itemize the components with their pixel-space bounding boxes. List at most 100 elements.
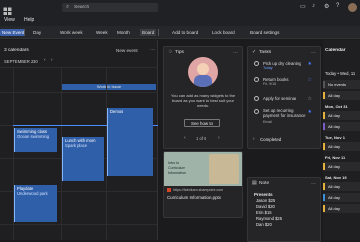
tips-illustration xyxy=(188,57,218,87)
agenda-event[interactable]: All day xyxy=(323,162,360,171)
search-placeholder: Search xyxy=(74,5,90,10)
event-color-bar xyxy=(323,183,325,190)
agenda-date-header: Mon, Oct 31 xyxy=(323,102,360,110)
task-item[interactable]: Pick up dry cleaning Today ★ xyxy=(254,61,316,73)
agenda-event[interactable]: All day xyxy=(323,122,360,131)
task-checkbox[interactable] xyxy=(254,77,259,82)
video-icon[interactable]: ▭ xyxy=(300,3,306,10)
lock-board-button[interactable]: Lock board xyxy=(210,29,237,36)
view-week-button[interactable]: Week xyxy=(94,29,110,36)
agenda-label: All day xyxy=(328,93,341,98)
agenda-label: Tue, Nov 1 xyxy=(325,135,345,140)
task-checkbox[interactable] xyxy=(254,61,259,66)
view-day-button[interactable]: Day xyxy=(31,29,43,36)
calendars-dropdown[interactable]: 3 calendars xyxy=(4,48,29,53)
thumb-text: Intro to xyxy=(168,161,180,165)
prev-tip-icon[interactable]: ‹ xyxy=(184,135,186,141)
agenda-event[interactable]: All day xyxy=(323,204,360,213)
note-line: Raymond $25 xyxy=(256,216,283,221)
event-demos[interactable]: Demos xyxy=(107,108,153,176)
agenda-event[interactable]: All day xyxy=(323,142,360,151)
view-month-button[interactable]: Month xyxy=(115,29,132,36)
event-color-bar xyxy=(323,143,325,150)
calendar-new-event-button[interactable]: New event xyxy=(116,48,138,53)
search-box[interactable]: ⌕ Search xyxy=(62,3,158,12)
avatar[interactable] xyxy=(348,3,357,12)
task-item[interactable]: Set up recurring payment for insurance E… xyxy=(254,108,316,127)
see-how-to-button[interactable]: See how to xyxy=(184,119,220,127)
agenda-label: All day xyxy=(328,195,341,200)
task-title: Set up recurring payment for insurance xyxy=(263,108,306,118)
settings-icon[interactable]: ⚙ xyxy=(324,3,329,10)
completed-toggle[interactable]: Completed xyxy=(260,137,281,142)
agenda-event[interactable]: All day xyxy=(323,193,360,202)
bell-icon[interactable]: ♪ xyxy=(312,3,315,9)
agenda-event[interactable]: All day xyxy=(323,182,360,191)
prev-arrow-icon[interactable]: ‹ xyxy=(44,58,46,63)
task-checkbox[interactable] xyxy=(254,109,259,114)
tips-pager: 1 of 6 xyxy=(196,136,207,141)
task-item[interactable]: Return books Fri, 9/16 ☆ xyxy=(254,77,316,89)
note-line: Dan $20 xyxy=(256,222,272,227)
event-lunch[interactable]: Lunch with mom Spark place xyxy=(62,137,104,181)
agenda-label: All day xyxy=(328,124,341,129)
day-number: 30 xyxy=(33,59,38,64)
event-color-bar xyxy=(323,81,325,88)
more-icon[interactable]: … xyxy=(311,180,316,186)
tips-widget: ♢ Tips … You can add as many widgets to … xyxy=(163,46,243,149)
file-url: https://fabrikam.sharepoint.com xyxy=(173,188,224,192)
view-board-button[interactable]: Board xyxy=(140,29,157,36)
tasks-widget: ✓ Tasks … Pick up dry cleaning Today ★ R… xyxy=(247,46,321,149)
board-settings-button[interactable]: Board settings xyxy=(248,29,281,36)
chevron-down-icon[interactable]: › xyxy=(253,136,255,141)
grid-line xyxy=(0,67,158,68)
agenda-label: All day xyxy=(328,164,341,169)
help-icon[interactable]: ? xyxy=(336,3,339,9)
view-work-week-button[interactable]: Work week xyxy=(58,29,85,36)
more-icon[interactable]: … xyxy=(233,49,238,55)
note-widget: ▤ Note … Presents Jason $25 David $20 Er… xyxy=(247,177,321,242)
lightbulb-icon: ♢ xyxy=(168,49,173,55)
thumb-text: Curriculum xyxy=(168,166,186,170)
event-swimming[interactable]: Swimming class Ocean swimming xyxy=(14,128,57,152)
star-icon[interactable]: ★ xyxy=(308,61,312,67)
agenda-event[interactable]: No events xyxy=(323,80,360,89)
menu-view[interactable]: View xyxy=(4,17,15,23)
star-icon[interactable]: ★ xyxy=(308,109,312,115)
more-icon[interactable]: … xyxy=(150,46,155,52)
toolbar: New Event Day Work week Week Month Board… xyxy=(0,26,360,39)
agenda-event[interactable]: All day xyxy=(323,91,360,100)
file-card-widget[interactable]: Intro to Curriculum Information https://… xyxy=(163,151,243,218)
event-color-bar xyxy=(323,112,325,119)
agenda-label: All day xyxy=(328,184,341,189)
note-line: Jason $25 xyxy=(256,198,276,203)
agenda-label: All day xyxy=(328,144,341,149)
agenda-date-header: Sat, Nov 19 xyxy=(323,173,360,181)
event-location: Ocean swimming xyxy=(17,134,50,139)
next-arrow-icon[interactable]: › xyxy=(51,58,53,63)
file-title: Curriculum Information.pptx xyxy=(167,195,221,200)
app-logo-icon xyxy=(3,3,12,16)
event-color-bar xyxy=(323,92,325,99)
next-tip-icon[interactable]: › xyxy=(218,135,220,141)
more-icon[interactable]: … xyxy=(311,49,316,55)
agenda-event[interactable]: All day xyxy=(323,111,360,120)
event-location: Spark place xyxy=(65,143,88,148)
week-banner[interactable]: Work in Issue xyxy=(62,84,156,90)
menu-help[interactable]: Help xyxy=(24,17,34,23)
event-playdate[interactable]: Playdate Underwood park xyxy=(14,185,57,222)
agenda-date-header: Tue, Nov 1 xyxy=(323,133,360,141)
star-icon[interactable]: ☆ xyxy=(308,96,312,102)
tasks-title: Tasks xyxy=(259,50,272,55)
task-title: Apply for seminar xyxy=(263,96,297,101)
star-icon[interactable]: ☆ xyxy=(308,77,312,83)
task-item[interactable]: Apply for seminar ☆ xyxy=(254,96,316,104)
task-checkbox[interactable] xyxy=(254,96,259,101)
agenda-label: All day xyxy=(328,113,341,118)
agenda-label: All day xyxy=(328,206,341,211)
new-event-button[interactable]: New Event xyxy=(0,29,25,36)
add-to-board-button[interactable]: Add to board xyxy=(170,29,200,36)
divider xyxy=(24,29,25,36)
event-color-bar xyxy=(323,194,325,201)
divider xyxy=(158,29,159,36)
